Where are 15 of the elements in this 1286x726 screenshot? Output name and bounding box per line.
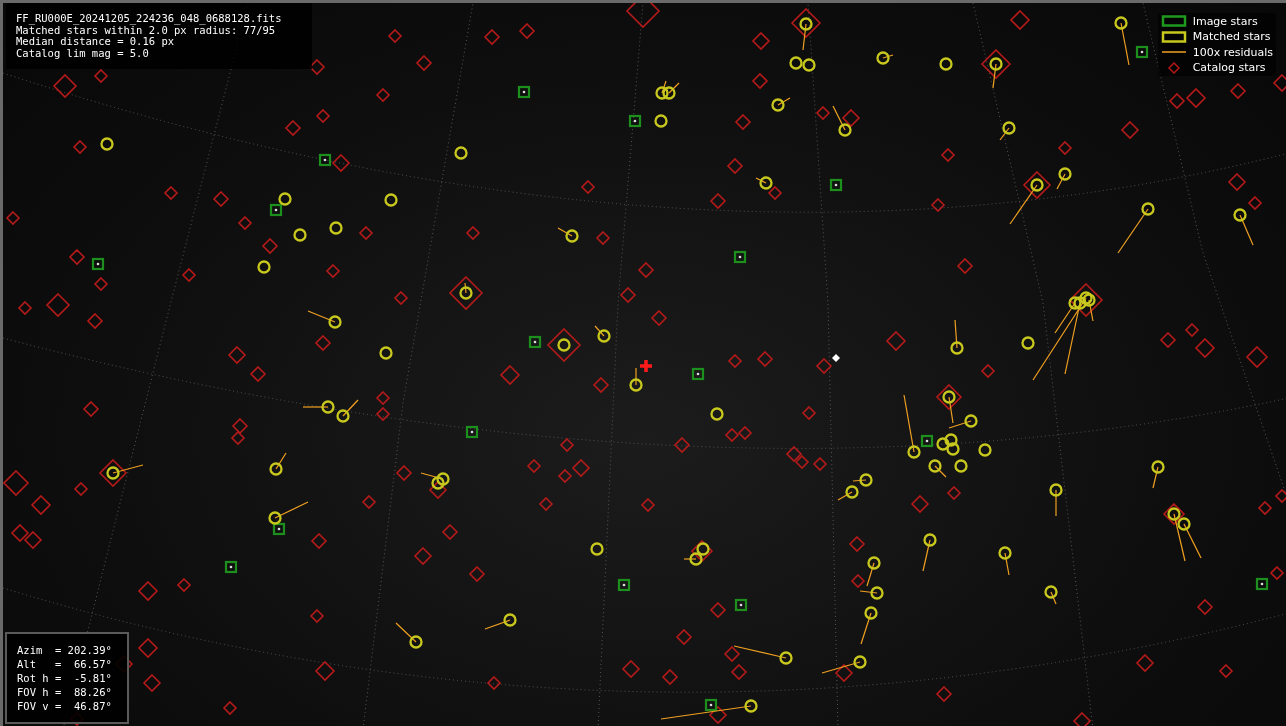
- pointing-text: FOV h = 88.26°: [17, 685, 113, 699]
- info-text: Matched stars within 2.0 px radius: 77/95: [16, 24, 276, 36]
- legend-label: 100x residuals: [1192, 45, 1273, 59]
- matched-star-swatch-icon: [1160, 30, 1187, 43]
- image-star-swatch-icon: [1160, 15, 1187, 28]
- info-text: FF_RU000E_20241205_224236_048_0688128.fits: [16, 13, 283, 25]
- info-text: Median distance = 0.16 px: [16, 36, 175, 48]
- legend-label: Catalog stars: [1192, 61, 1266, 75]
- info-text: Catalog lim mag = 5.0: [16, 47, 150, 59]
- pointing-text: FOV v = 46.87°: [17, 699, 113, 713]
- legend-label: Matched stars: [1192, 30, 1271, 44]
- pointing-text: Alt = 66.57°: [17, 657, 113, 671]
- pointing-text: Azim = 202.39°: [17, 643, 113, 657]
- legend-label: Image stars: [1192, 14, 1258, 28]
- pointing-text: Rot h = -5.81°: [17, 671, 113, 685]
